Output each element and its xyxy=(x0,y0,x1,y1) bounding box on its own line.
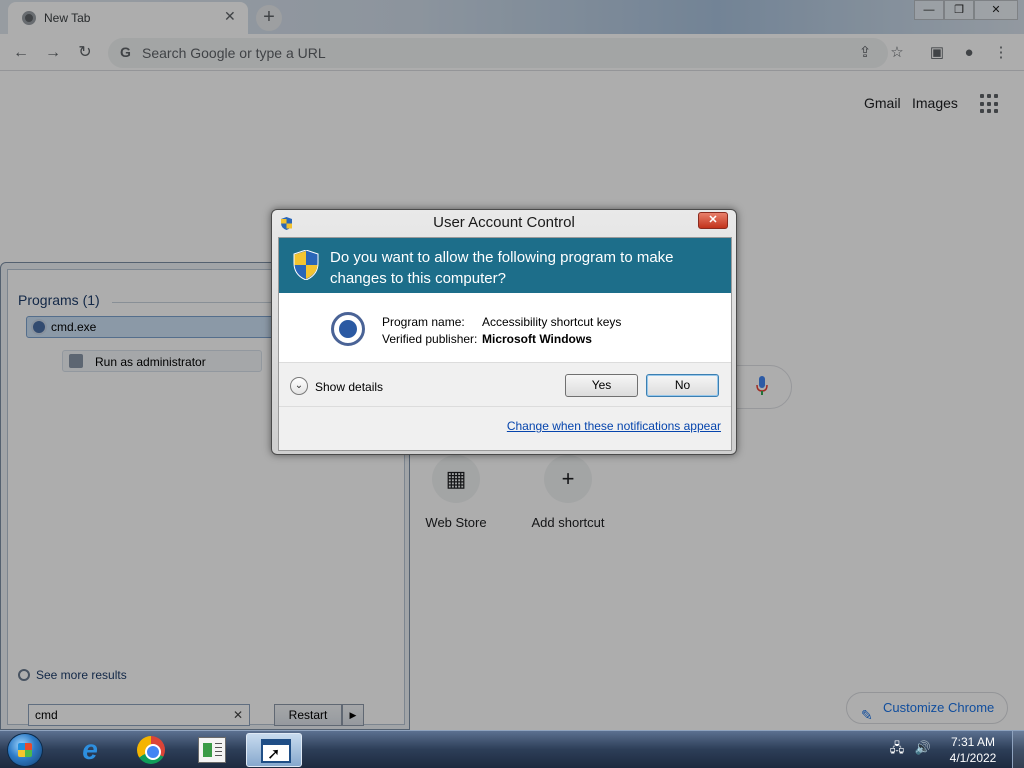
taskbar: e ➚ 🖧 🔊 7:31 AM 4/1/2022 xyxy=(0,730,1024,768)
publisher-label: Verified publisher: xyxy=(382,332,478,346)
no-button[interactable]: No xyxy=(646,374,719,397)
uac-program-info: Program name: Accessibility shortcut keys… xyxy=(382,314,621,348)
footer-divider xyxy=(279,406,731,407)
windows-logo-icon xyxy=(18,743,32,757)
taskbar-document-app[interactable] xyxy=(184,733,240,767)
uac-banner: Do you want to allow the following progr… xyxy=(279,238,731,293)
clock-date: 4/1/2022 xyxy=(949,751,997,765)
uac-dialog: User Account Control ✕ Do you want to al… xyxy=(271,209,737,455)
chrome-icon xyxy=(137,736,165,764)
start-button[interactable] xyxy=(7,733,43,767)
uac-shield-icon xyxy=(293,250,319,280)
internet-explorer-icon: e xyxy=(82,734,98,765)
accessibility-program-icon xyxy=(331,312,365,346)
chevron-down-icon[interactable]: ⌄ xyxy=(290,377,308,395)
volume-icon[interactable]: 🔊 xyxy=(914,739,932,757)
clock-time: 7:31 AM xyxy=(950,735,996,749)
network-icon[interactable]: 🖧 xyxy=(888,739,906,757)
program-name-label: Program name: xyxy=(382,315,465,329)
uac-title: User Account Control xyxy=(433,214,575,231)
system-tray: 🖧 🔊 xyxy=(888,739,932,757)
system-clock[interactable]: 7:31 AM 4/1/2022 xyxy=(940,734,1006,766)
mouse-cursor-icon: ➚ xyxy=(267,746,281,763)
uac-close-button[interactable]: ✕ xyxy=(698,212,728,229)
document-icon xyxy=(198,737,226,763)
taskbar-chrome[interactable] xyxy=(123,733,179,767)
yes-button[interactable]: Yes xyxy=(565,374,638,397)
publisher-value: Microsoft Windows xyxy=(482,332,592,346)
uac-question: Do you want to allow the following progr… xyxy=(330,249,674,287)
show-desktop-button[interactable] xyxy=(1012,731,1024,768)
taskbar-active-window[interactable]: ➚ xyxy=(246,733,302,767)
show-details-toggle[interactable]: Show details xyxy=(315,380,383,394)
program-name-value: Accessibility shortcut keys xyxy=(482,315,622,329)
change-notifications-link[interactable]: Change when these notifications appear xyxy=(507,419,721,433)
uac-body: Do you want to allow the following progr… xyxy=(278,237,732,451)
taskbar-internet-explorer[interactable]: e xyxy=(62,733,118,767)
uac-footer: ⌄ Show details Yes No Change when these … xyxy=(279,362,731,450)
